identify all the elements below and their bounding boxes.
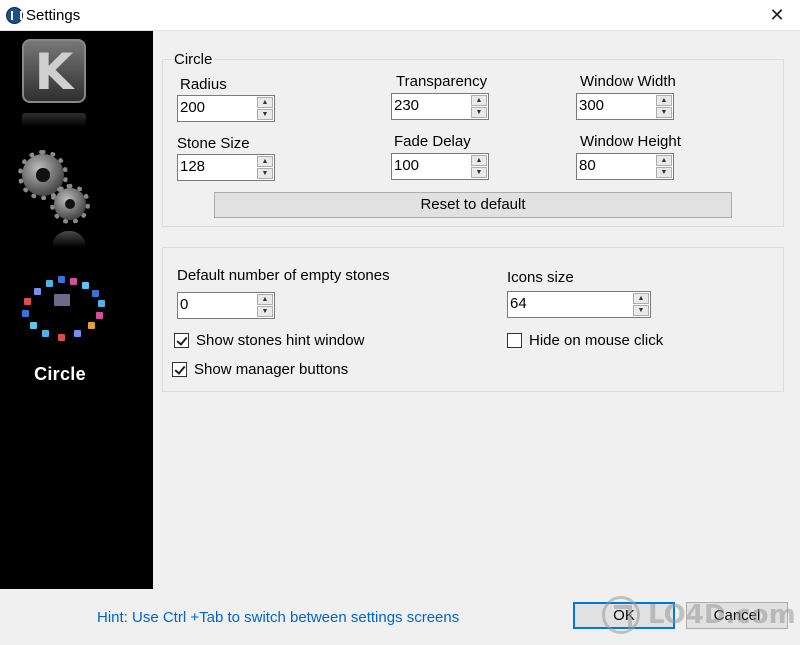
stone-size-up-button[interactable]: ▲ [257, 156, 273, 167]
icons-size-down-button[interactable]: ▼ [633, 305, 649, 316]
hint-text: Hint: Use Ctrl +Tab to switch between se… [97, 609, 460, 626]
icons-size-label: Icons size [507, 269, 574, 286]
transparency-down-button[interactable]: ▼ [471, 107, 487, 118]
transparency-up-button[interactable]: ▲ [471, 95, 487, 106]
stone-size-down-button[interactable]: ▼ [257, 168, 273, 179]
sidebar-item-label: Circle [34, 364, 86, 384]
transparency-value: 230 [394, 97, 420, 114]
reset-to-default-button[interactable]: Reset to default [214, 192, 732, 218]
k-logo-reflection [22, 113, 86, 127]
window-height-down-button[interactable]: ▼ [656, 167, 672, 178]
transparency-stepper[interactable]: 230 ▲ ▼ [391, 93, 489, 120]
close-icon[interactable]: ✕ [754, 0, 800, 31]
window-width-label: Window Width [580, 73, 676, 90]
window-title: Settings [26, 7, 81, 24]
show-hint-label: Show stones hint window [196, 332, 365, 349]
hide-on-click-checkbox-box[interactable] [507, 333, 522, 348]
sidebar-item-k-logo[interactable]: K [22, 39, 86, 103]
window-height-up-button[interactable]: ▲ [656, 155, 672, 166]
window-height-value: 80 [579, 157, 596, 174]
hide-on-click-label: Hide on mouse click [529, 332, 664, 349]
fade-delay-label: Fade Delay [394, 133, 471, 150]
radius-up-button[interactable]: ▲ [257, 97, 273, 108]
window-height-label: Window Height [580, 133, 681, 150]
window-width-down-button[interactable]: ▼ [656, 107, 672, 118]
show-hint-checkbox-box[interactable] [174, 333, 189, 348]
empty-stones-value: 0 [180, 296, 189, 313]
ok-button[interactable]: OK [573, 602, 675, 629]
transparency-label: Transparency [396, 73, 488, 90]
k-logo-icon: K [34, 43, 74, 101]
fade-delay-up-button[interactable]: ▲ [471, 155, 487, 166]
empty-stones-label: Default number of empty stones [177, 267, 390, 284]
app-icon [6, 7, 23, 24]
window-width-value: 300 [579, 97, 605, 114]
show-manager-checkbox[interactable]: Show manager buttons [172, 361, 372, 379]
radius-down-button[interactable]: ▼ [257, 109, 273, 120]
radius-stepper[interactable]: 200 ▲ ▼ [177, 95, 275, 122]
fade-delay-stepper[interactable]: 100 ▲ ▼ [391, 153, 489, 180]
title-bar: Settings ✕ [0, 0, 800, 31]
radius-value: 200 [180, 99, 206, 116]
fade-delay-value: 100 [394, 157, 420, 174]
stone-size-label: Stone Size [177, 135, 250, 152]
window-width-stepper[interactable]: 300 ▲ ▼ [576, 93, 674, 120]
window-height-stepper[interactable]: 80 ▲ ▼ [576, 153, 674, 180]
stone-size-stepper[interactable]: 128 ▲ ▼ [177, 154, 275, 181]
circle-icon[interactable] [18, 276, 106, 346]
hide-on-click-checkbox[interactable]: Hide on mouse click [507, 332, 677, 350]
show-manager-label: Show manager buttons [194, 361, 349, 378]
radius-label: Radius [180, 76, 227, 93]
empty-stones-up-button[interactable]: ▲ [257, 294, 273, 305]
settings-sidebar: K Circle [0, 31, 153, 589]
gear-small-icon [54, 188, 86, 220]
show-hint-checkbox[interactable]: Show stones hint window [174, 332, 384, 350]
empty-stones-down-button[interactable]: ▼ [257, 306, 273, 317]
show-manager-checkbox-box[interactable] [172, 362, 187, 377]
icons-size-stepper[interactable]: 64 ▲ ▼ [507, 291, 651, 318]
icons-size-value: 64 [510, 295, 527, 312]
circle-group-title: Circle [172, 51, 215, 68]
sidebar-item-gears[interactable] [14, 146, 94, 246]
stone-size-value: 128 [180, 158, 206, 175]
icons-size-up-button[interactable]: ▲ [633, 293, 649, 304]
cancel-button[interactable]: Cancel [686, 602, 788, 629]
window-width-up-button[interactable]: ▲ [656, 95, 672, 106]
empty-stones-stepper[interactable]: 0 ▲ ▼ [177, 292, 275, 319]
fade-delay-down-button[interactable]: ▼ [471, 167, 487, 178]
